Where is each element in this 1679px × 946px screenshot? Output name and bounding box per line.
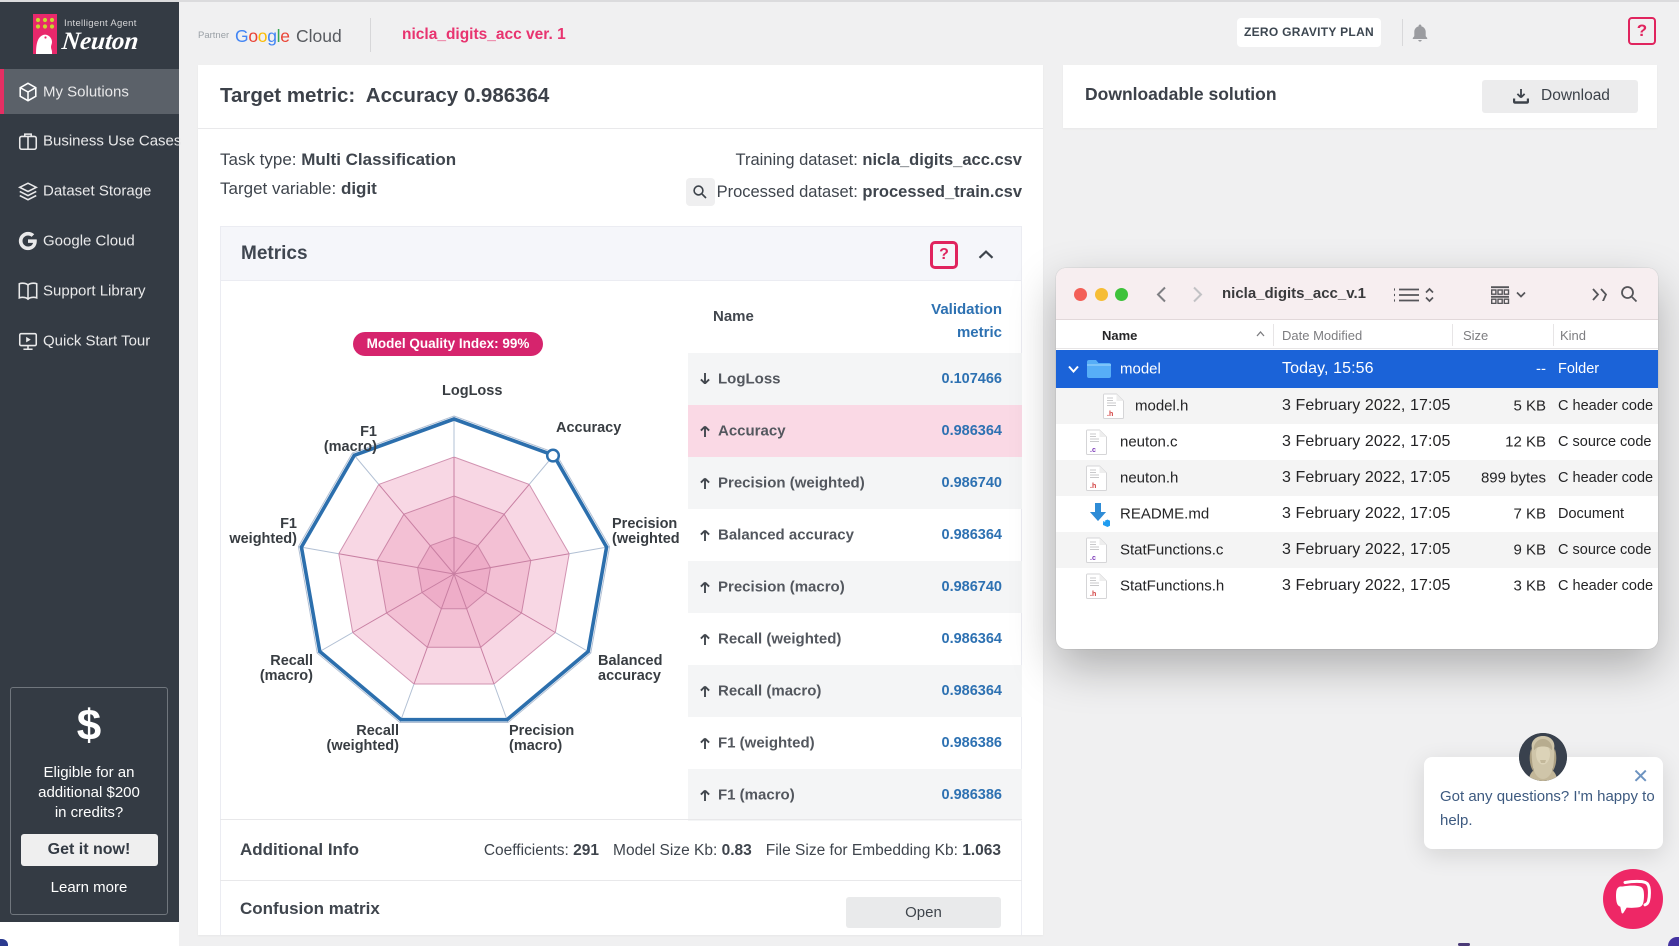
svg-text:.c: .c xyxy=(1090,447,1096,454)
svg-text:.c: .c xyxy=(1090,555,1096,562)
svg-text:.h: .h xyxy=(1090,591,1096,598)
svg-text:.h: .h xyxy=(1107,411,1113,418)
svg-text:.h: .h xyxy=(1090,483,1096,490)
